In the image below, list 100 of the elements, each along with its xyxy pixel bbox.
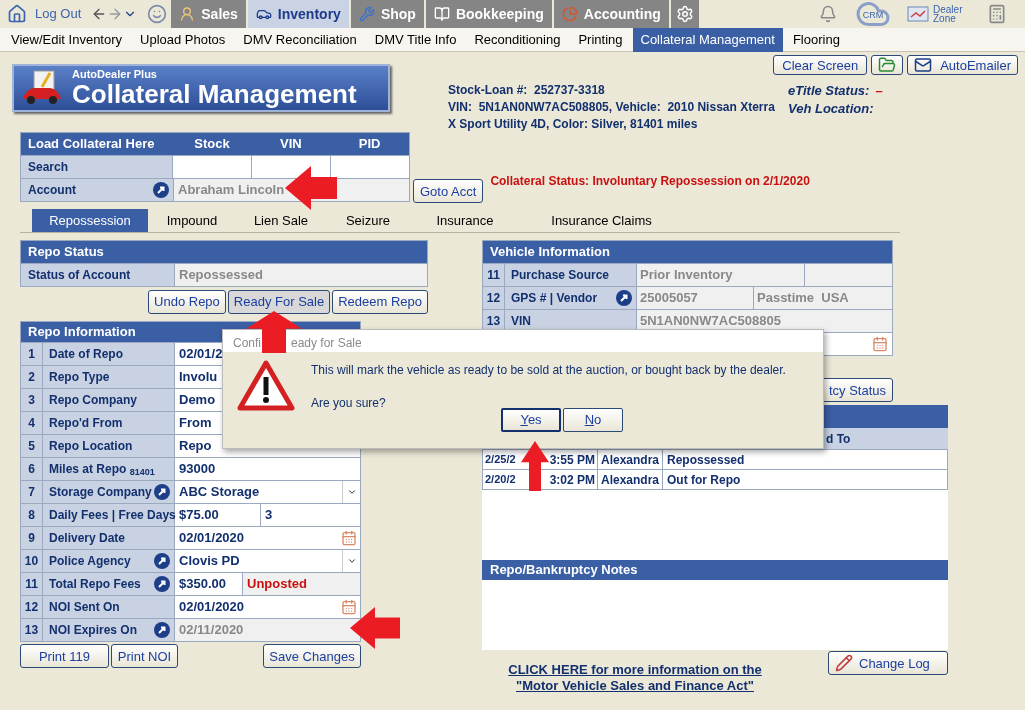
- panel-title: Repo Information: [28, 323, 136, 342]
- print-noi-button[interactable]: Print NOI: [111, 644, 178, 668]
- history-date: 2/25/2: [485, 452, 516, 468]
- column-header: Stock: [193, 135, 231, 154]
- row-number: 2: [21, 366, 43, 388]
- sub-nav-tab[interactable]: Reconditioning: [466, 27, 569, 52]
- print-119-button[interactable]: Print 119: [20, 644, 109, 668]
- dealer-zone-button[interactable]: Dealer Zone: [907, 5, 965, 23]
- sub-nav-tab[interactable]: View/Edit Inventory: [3, 27, 131, 52]
- sub-nav-tab[interactable]: Printing: [570, 27, 631, 52]
- calculator-icon[interactable]: [987, 4, 1007, 24]
- repo-action-button[interactable]: Redeem Repo: [332, 290, 428, 314]
- collateral-status: Collateral Status: Involuntary Repossession on 2/1/2020: [490, 173, 810, 190]
- column-header: Load Collateral Here: [27, 135, 156, 154]
- row-number: 8: [21, 504, 43, 526]
- section-tab[interactable]: Repossession: [32, 209, 148, 232]
- arrow-circle-icon[interactable]: [154, 576, 170, 592]
- arrow-circle-icon[interactable]: [153, 182, 169, 198]
- repo-action-button[interactable]: Undo Repo: [148, 290, 226, 314]
- calendar-icon[interactable]: [341, 599, 357, 615]
- field-value[interactable]: $75.00: [174, 504, 260, 526]
- arrow-icon: [521, 441, 549, 491]
- arrow-circle-icon[interactable]: [154, 484, 170, 500]
- column-header: PID: [357, 135, 382, 154]
- car-icon: [20, 69, 64, 107]
- bell-icon[interactable]: [819, 5, 837, 23]
- section-tab[interactable]: Lien Sale: [236, 209, 326, 232]
- sub-nav-tab[interactable]: DMV Reconciliation: [235, 27, 365, 52]
- sub-nav-tab[interactable]: Upload Photos: [132, 27, 234, 52]
- nav-tab[interactable]: Accounting: [553, 0, 669, 28]
- warning-icon: [237, 360, 295, 412]
- search-field[interactable]: [172, 156, 251, 178]
- repo-action-button[interactable]: Ready For Sale: [227, 290, 331, 314]
- field-value: Prior Inventory: [636, 264, 804, 286]
- field-label: Repo Location: [49, 438, 133, 455]
- settings-tab[interactable]: [670, 0, 699, 28]
- crm-button[interactable]: CRM: [855, 2, 891, 26]
- field-value: 25005057: [636, 287, 753, 309]
- goto-account-button[interactable]: Goto Acct: [413, 179, 484, 203]
- pie-chart-icon: [561, 6, 578, 22]
- search-field[interactable]: [251, 156, 330, 178]
- nav-tab[interactable]: Sales: [171, 0, 246, 28]
- arrow-icon: [350, 607, 400, 649]
- dialog-button[interactable]: No: [563, 408, 623, 432]
- sub-nav-tab[interactable]: DMV Title Info: [366, 27, 465, 52]
- arrow-circle-icon[interactable]: [154, 553, 170, 569]
- nav-tab[interactable]: Shop: [350, 0, 424, 28]
- row-number: 6: [21, 458, 43, 480]
- row-number: 9: [21, 527, 43, 549]
- folder-button[interactable]: [871, 55, 904, 75]
- field-value[interactable]: 93000: [174, 458, 360, 480]
- arrow-circle-icon[interactable]: [616, 290, 632, 306]
- history-status: Out for Repo: [666, 471, 742, 489]
- posting-status: Unposted: [242, 573, 360, 595]
- sub-nav-tab[interactable]: Flooring: [784, 27, 848, 52]
- row-number: 7: [21, 481, 43, 503]
- section-tab[interactable]: Insurance Claims: [520, 209, 683, 232]
- clear-screen-button[interactable]: Clear Screen: [773, 55, 868, 75]
- field-value: 02/11/2020: [174, 619, 360, 641]
- history-user: Alexandra: [598, 450, 663, 469]
- save-changes-button[interactable]: Save Changes: [263, 644, 361, 668]
- book-icon: [433, 6, 450, 22]
- logout-link[interactable]: Log Out: [35, 4, 82, 24]
- auto-emailer-button[interactable]: AutoEmailer: [907, 55, 1018, 75]
- search-field[interactable]: [330, 156, 409, 178]
- vehicle-summary-line: Stock-Loan #: 252737-3318: [448, 82, 606, 99]
- field-value: Passtime USA: [753, 287, 892, 309]
- section-tab[interactable]: Impound: [148, 209, 236, 232]
- dialog-question: Are you sure?: [311, 395, 387, 412]
- user-icon[interactable]: [147, 4, 168, 24]
- section-tab[interactable]: Seizure: [326, 209, 410, 232]
- dropdown-field[interactable]: Clovis PD: [174, 550, 360, 572]
- page-title: Collateral Management: [72, 79, 357, 108]
- panel-title: Vehicle Information: [490, 243, 610, 262]
- field-value[interactable]: 3: [260, 504, 360, 526]
- dialog-button[interactable]: Yes: [501, 408, 561, 432]
- field-value: 5N1AN0NW7AC508805: [636, 310, 892, 332]
- dropdown-field[interactable]: ABC Storage: [174, 481, 360, 503]
- row-number: 11: [21, 573, 43, 595]
- field-value[interactable]: $350.00: [174, 573, 242, 595]
- field-label: Total Repo Fees: [49, 576, 141, 593]
- arrow-circle-icon[interactable]: [154, 622, 170, 638]
- caret-icon: [346, 556, 357, 566]
- info-link[interactable]: CLICK HERE for more information on the: [508, 662, 762, 678]
- nav-tab[interactable]: Bookkeeping: [425, 0, 552, 28]
- section-tab[interactable]: Insurance: [410, 209, 520, 232]
- field-label: Repo'd From: [49, 415, 123, 432]
- field-label: Purchase Source: [511, 267, 610, 284]
- info-link[interactable]: "Motor Vehicle Sales and Finance Act": [516, 678, 754, 694]
- calendar-icon[interactable]: [872, 336, 888, 352]
- field-label: Storage Company: [49, 484, 152, 501]
- row-number: 5: [21, 435, 43, 457]
- nav-tab[interactable]: Inventory: [247, 0, 349, 28]
- change-log-button[interactable]: Change Log: [828, 651, 948, 675]
- wrench-icon: [358, 6, 375, 22]
- field-label: Delivery Date: [49, 530, 126, 547]
- home-icon[interactable]: [7, 4, 27, 24]
- calendar-icon[interactable]: [341, 530, 357, 546]
- sub-nav-tab[interactable]: Collateral Management: [632, 27, 783, 52]
- field-label: Date of Repo: [49, 346, 123, 363]
